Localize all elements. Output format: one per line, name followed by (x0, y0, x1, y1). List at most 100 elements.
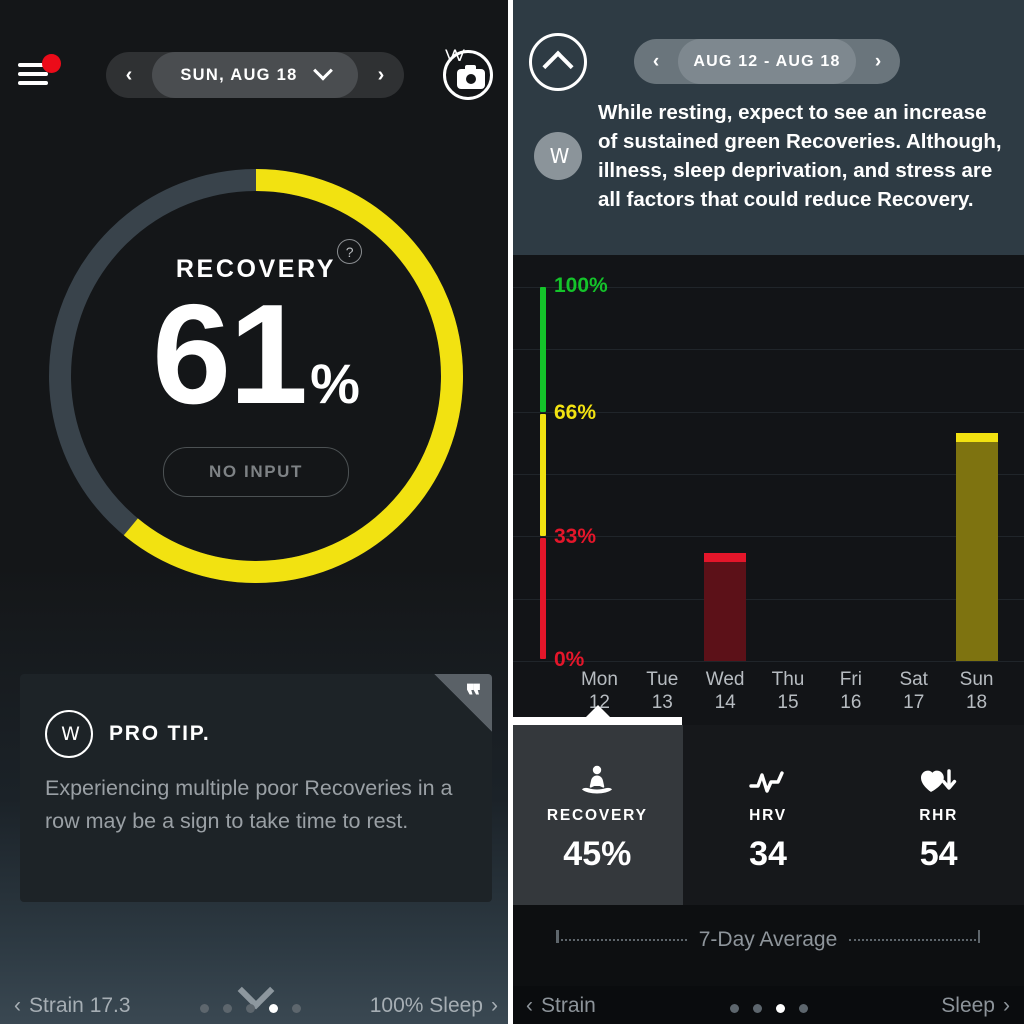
chart-bar (704, 552, 747, 661)
week-range-button[interactable]: AUG 12 - AUG 18 (678, 39, 856, 84)
right-bottom-nav: ‹ Strain Sleep › (512, 986, 1024, 1024)
recovery-ring-content: RECOVERY ? 61 % NO INPUT (40, 160, 472, 592)
quote-icon: ❞ (464, 680, 481, 713)
recovery-percent-sign: % (310, 352, 360, 416)
panel-divider (508, 0, 513, 1024)
y-axis-zone (540, 537, 546, 659)
x-tick-label: Tue 13 (632, 668, 692, 716)
nav-right-label: 100% Sleep (369, 994, 483, 1017)
tab-label: HRV (749, 806, 787, 824)
x-tick-date: 13 (651, 692, 673, 714)
tab-label: RECOVERY (546, 806, 648, 824)
pro-tip-title: PRO TIP. (109, 722, 211, 745)
x-tick-date: 15 (777, 692, 799, 714)
y-axis-zone (540, 287, 546, 413)
chart-bar-column[interactable] (704, 552, 747, 661)
left-bottom-nav: ‹ Strain 17.3 100% Sleep › (0, 986, 512, 1024)
page-dot[interactable] (245, 1004, 255, 1013)
x-tick-day: Sun (959, 668, 994, 690)
chart-bar (955, 432, 998, 661)
nav-prev-strain[interactable]: ‹ Strain (526, 994, 596, 1018)
tab-hrv[interactable]: HRV 34 (683, 725, 854, 905)
date-dropdown-button[interactable]: SUN, AUG 18 (152, 52, 358, 98)
x-tick-date: 14 (714, 692, 736, 714)
x-tick-label: Thu 15 (758, 668, 818, 716)
x-tick-date: 18 (965, 692, 988, 714)
recovery-title-row: RECOVERY ? (176, 239, 363, 284)
recovery-bar-chart: 0% 33% 66% 100% Mon 12 Tue 13 Wed 14 Thu 15 Fri 16 Sa… (512, 255, 1024, 725)
week-range-selector: ‹ AUG 12 - AUG 18 › (634, 39, 900, 84)
nav-right-label: Sleep (941, 994, 995, 1017)
seven-day-average-label: 7-Day Average (698, 928, 838, 951)
prev-day-button[interactable]: ‹ (106, 52, 152, 98)
x-tick-day: Mon (580, 668, 618, 690)
app-screenshot: ‹ SUN, AUG 18 › VV RECOVERY ? 61 % NO IN… (0, 0, 1024, 1024)
pro-tip-card[interactable]: ❞ W PRO TIP. Experiencing multiple poor … (20, 674, 492, 902)
nav-next-sleep[interactable]: Sleep › (941, 994, 1010, 1018)
pro-tip-body: Experiencing multiple poor Recoveries in… (45, 776, 453, 833)
chevron-down-icon (312, 60, 333, 81)
chevron-left-icon: ‹ (14, 994, 21, 1017)
whoop-logo-icon: W (45, 710, 93, 758)
current-date-label: SUN, AUG 18 (180, 65, 298, 84)
page-dots (729, 1004, 808, 1013)
page-dot-active[interactable] (268, 1004, 278, 1013)
active-tab-indicator (512, 717, 682, 725)
tab-value: 54 (919, 834, 958, 873)
insight-message: W While resting, expect to see an increa… (534, 98, 1006, 214)
help-icon[interactable]: ? (337, 239, 363, 265)
seven-day-average-row: 7-Day Average (512, 920, 1024, 960)
x-tick-day: Tue (646, 668, 679, 690)
x-tick-day: Wed (705, 668, 745, 690)
hamburger-line (18, 81, 48, 85)
next-day-button[interactable]: › (358, 52, 404, 98)
active-tab-notch (585, 705, 611, 718)
page-dot-active[interactable] (775, 1004, 785, 1013)
page-dot[interactable] (199, 1004, 209, 1013)
x-tick-label: Fri 16 (821, 668, 881, 716)
page-dot[interactable] (222, 1004, 232, 1013)
whoop-logo-icon: VV (445, 46, 465, 65)
tab-rhr[interactable]: RHR 54 (853, 725, 1024, 905)
whoop-avatar-icon: W (534, 132, 582, 181)
chart-bar-cap (955, 432, 998, 442)
meditation-icon (580, 757, 614, 795)
right-panel-weekly-detail: ‹ AUG 12 - AUG 18 › W While resting, exp… (512, 0, 1024, 1024)
y-axis-zone (540, 414, 546, 536)
page-dot[interactable] (729, 1004, 739, 1013)
prev-week-button[interactable]: ‹ (634, 39, 678, 84)
avg-line-left (556, 930, 687, 943)
hamburger-menu-icon[interactable] (18, 54, 61, 92)
recovery-value: 61 % (152, 275, 360, 435)
tab-recovery[interactable]: RECOVERY 45% (512, 705, 683, 905)
x-tick-label: Sat 17 (884, 668, 944, 716)
x-tick-day: Sat (899, 668, 928, 690)
next-week-button[interactable]: › (856, 39, 900, 84)
camera-icon[interactable]: VV (443, 46, 497, 104)
heartbeat-wave-icon (749, 757, 787, 795)
card-fold-corner (434, 674, 492, 732)
nav-next-sleep[interactable]: 100% Sleep › (370, 994, 498, 1018)
chart-bar-column[interactable] (955, 432, 998, 661)
page-dot[interactable] (798, 1004, 808, 1013)
x-tick-label: Wed 14 (695, 668, 755, 716)
tab-label: RHR (919, 806, 959, 824)
hamburger-line (18, 72, 48, 76)
nav-left-label: Strain (541, 994, 596, 1017)
no-input-button[interactable]: NO INPUT (163, 446, 349, 497)
chevron-right-icon: › (491, 994, 498, 1017)
x-tick-date: 16 (840, 692, 862, 714)
page-dot[interactable] (752, 1004, 762, 1013)
collapse-button[interactable] (529, 33, 587, 91)
chart-y-axis (540, 287, 546, 661)
x-tick-date: 17 (903, 692, 925, 714)
notification-badge-dot (42, 54, 61, 73)
insight-text: While resting, expect to see an increase… (598, 101, 1002, 212)
nav-prev-strain[interactable]: ‹ Strain 17.3 (14, 994, 131, 1018)
page-dot[interactable] (291, 1004, 301, 1013)
tab-value: 45% (563, 834, 632, 873)
recovery-ring: RECOVERY ? 61 % NO INPUT (40, 160, 472, 592)
hamburger-line (18, 63, 44, 67)
recovery-number: 61 (152, 275, 308, 435)
chart-bar-cap (704, 552, 747, 562)
